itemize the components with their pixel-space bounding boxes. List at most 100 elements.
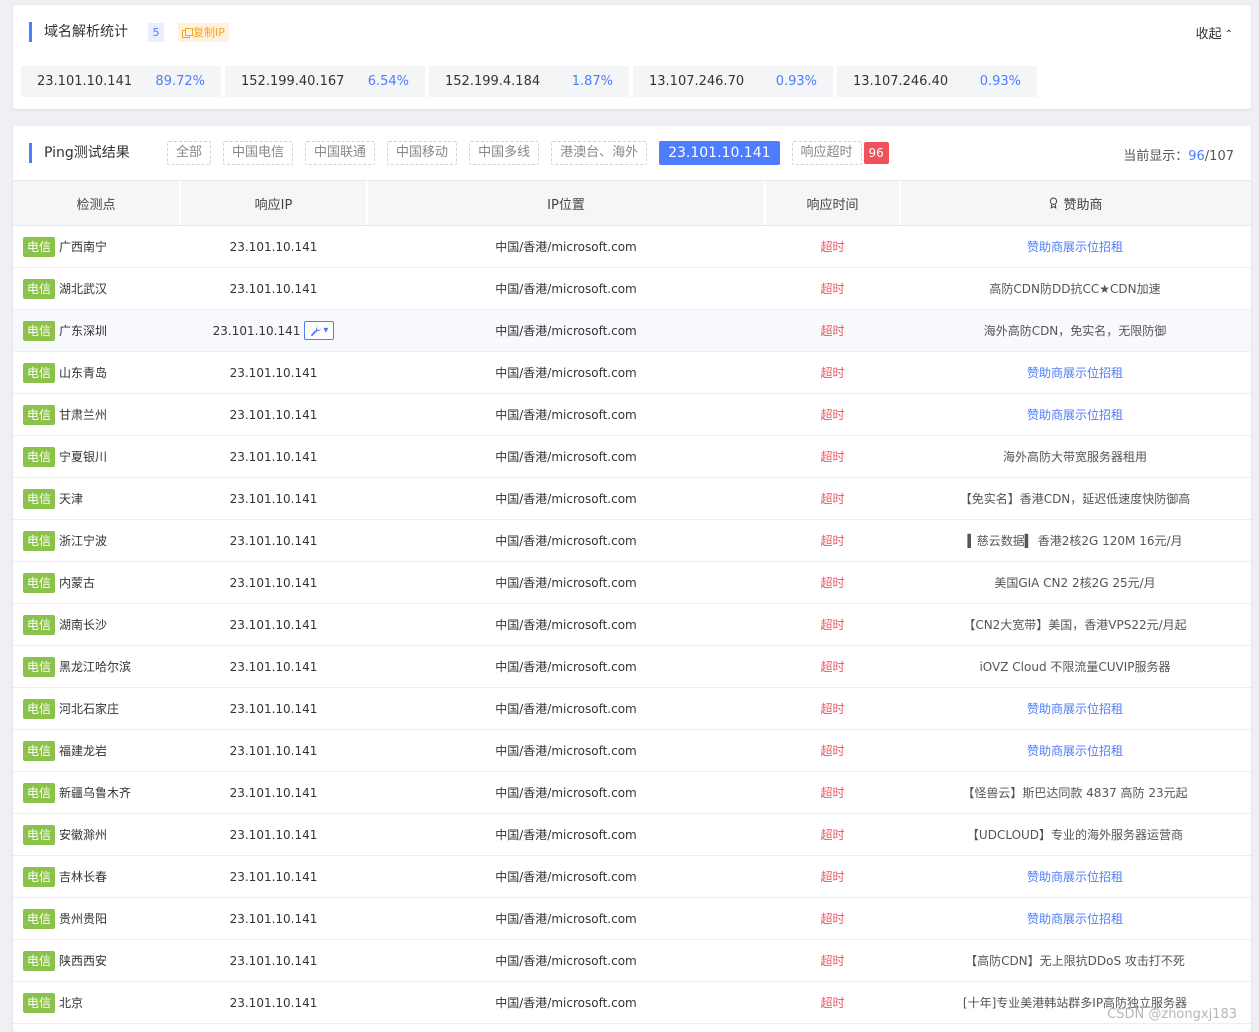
table-row[interactable]: 电信 黑龙江哈尔滨 23.101.10.141 中国/香港/microsoft.com…: [13, 646, 1251, 688]
table-row[interactable]: 电信 新疆乌鲁木齐 23.101.10.141 中国/香港/microsoft.com…: [13, 772, 1251, 814]
sponsor-link[interactable]: 赞助商展示位招租: [1027, 910, 1123, 927]
sponsor-link[interactable]: 赞助商展示位招租: [1027, 868, 1123, 885]
sponsor-link[interactable]: 赞助商展示位招租: [1027, 364, 1123, 381]
sponsor-link[interactable]: 【高防CDN】无上限抗DDoS 攻击打不死: [965, 952, 1185, 969]
response-time: 超时: [820, 618, 845, 632]
filter-chip[interactable]: 中国移动: [387, 141, 458, 165]
ip-location: 中国/香港/microsoft.com: [495, 870, 637, 884]
table-row[interactable]: 电信 吉林长春 23.101.10.141 中国/香港/microsoft.com 超时…: [13, 856, 1251, 898]
sponsor-link[interactable]: 【UDCLOUD】专业的海外服务器运营商: [967, 826, 1183, 843]
response-time: 超时: [820, 870, 845, 884]
table-row[interactable]: 电信 内蒙古 23.101.10.141 中国/香港/microsoft.com 超时 美…: [13, 562, 1251, 604]
wrench-icon: [311, 325, 322, 336]
sponsor-link[interactable]: 赞助商展示位招租: [1027, 238, 1123, 255]
filter-chip[interactable]: 中国电信: [223, 141, 294, 165]
response-ip: 23.101.10.141: [212, 323, 301, 338]
ip-tools-button[interactable]: ▾: [304, 321, 335, 340]
table-row[interactable]: 电信 广东深圳 23.101.10.141 ▾ 中国/香港/microsoft.com 超…: [13, 310, 1251, 352]
isp-tag: 电信: [23, 530, 56, 551]
node-cell: 电信 广东深圳: [13, 310, 181, 351]
response-ip: 23.101.10.141: [229, 365, 318, 380]
time-cell: 超时: [766, 604, 901, 645]
ip-stat-item[interactable]: 23.101.10.141 89.72%: [21, 66, 221, 97]
table-row[interactable]: 电信 湖北武汉 23.101.10.141 中国/香港/microsoft.com 超时…: [13, 268, 1251, 310]
ip-stat-item[interactable]: 13.107.246.40 0.93%: [837, 66, 1037, 97]
table-row[interactable]: 电信 福建龙岩 23.101.10.141 中国/香港/microsoft.com 超时…: [13, 730, 1251, 772]
sponsor-link[interactable]: 高防CDN防DD抗CC★CDN加速: [989, 280, 1160, 297]
sponsor-link[interactable]: ▍慈云数据▍ 香港2核2G 120M 16元/月: [967, 532, 1182, 549]
table-row[interactable]: 电信 贵州贵阳 23.101.10.141 中国/香港/microsoft.com 超时…: [13, 898, 1251, 940]
isp-tag: 电信: [23, 572, 56, 593]
ip-location: 中国/香港/microsoft.com: [495, 786, 637, 800]
node-name: 陕西西安: [59, 954, 108, 968]
response-ip: 23.101.10.141: [229, 911, 318, 926]
table-row[interactable]: 电信 陕西西安 23.101.10.141 中国/香港/microsoft.com 超时…: [13, 940, 1251, 982]
time-cell: 超时: [766, 772, 901, 813]
response-ip: 23.101.10.141: [229, 449, 318, 464]
sponsor-cell: 高防CDN防DD抗CC★CDN加速: [901, 268, 1251, 309]
table-row[interactable]: 电信 广西南宁 23.101.10.141 中国/香港/microsoft.com 超时…: [13, 226, 1251, 268]
sponsor-cell: 海外高防大带宽服务器租用: [901, 436, 1251, 477]
node-cell: 电信 宁夏银川: [13, 436, 181, 477]
node-cell: 电信 陕西西安: [13, 940, 181, 981]
sponsor-link[interactable]: 美国GIA CN2 2核2G 25元/月: [994, 574, 1155, 591]
time-cell: 超时: [766, 352, 901, 393]
chevron-up-icon: ⌃: [1224, 29, 1233, 40]
sponsor-cell: 【免实名】香港CDN，延迟低速度快防御高: [901, 478, 1251, 519]
sponsor-cell: 赞助商展示位招租: [901, 226, 1251, 267]
ip-stat-item[interactable]: 152.199.4.184 1.87%: [429, 66, 629, 97]
copy-ip-button[interactable]: 复制IP: [178, 23, 229, 42]
table-row[interactable]: 电信 北京 23.101.10.141 中国/香港/microsoft.com 超时 [十…: [13, 982, 1251, 1024]
ip-cell: 23.101.10.141: [181, 646, 368, 687]
sponsor-link[interactable]: 【CN2大宽带】美国，香港VPS22元/月起: [963, 616, 1186, 633]
table-row[interactable]: 电信 宁夏银川 23.101.10.141 中国/香港/microsoft.com 超时…: [13, 436, 1251, 478]
node-cell: 电信 广西南宁: [13, 226, 181, 267]
ip-count-badge: 5: [148, 23, 164, 42]
isp-tag: 电信: [23, 740, 56, 761]
sponsor-link[interactable]: 海外高防大带宽服务器租用: [1003, 448, 1147, 465]
node-name: 吉林长春: [59, 870, 108, 884]
table-row[interactable]: 电信 甘肃兰州 23.101.10.141 中国/香港/microsoft.com 超时…: [13, 394, 1251, 436]
filter-chip[interactable]: 全部: [167, 141, 212, 165]
column-header-ip[interactable]: 响应IP: [181, 181, 368, 225]
filter-chip[interactable]: 中国联通: [305, 141, 376, 165]
ip-cell: 23.101.10.141: [181, 394, 368, 435]
sponsor-cell: iOVZ Cloud 不限流量CUVIP服务器: [901, 646, 1251, 687]
sponsor-link[interactable]: 赞助商展示位招租: [1027, 700, 1123, 717]
column-header-time[interactable]: 响应时间: [766, 181, 901, 225]
table-row[interactable]: 电信 河北石家庄 23.101.10.141 中国/香港/microsoft.com 超…: [13, 688, 1251, 730]
sponsor-link[interactable]: 【免实名】香港CDN，延迟低速度快防御高: [960, 490, 1191, 507]
table-row[interactable]: 电信 安徽滁州 23.101.10.141 中国/香港/microsoft.com 超时…: [13, 814, 1251, 856]
column-header-location[interactable]: IP位置: [368, 181, 766, 225]
response-ip: 23.101.10.141: [229, 995, 318, 1010]
ip-stat-item[interactable]: 152.199.40.167 6.54%: [225, 66, 425, 97]
sponsor-cell: 海外高防CDN，免实名，无限防御: [901, 310, 1251, 351]
table-row[interactable]: 电信 天津 23.101.10.141 中国/香港/microsoft.com 超时 【免…: [13, 478, 1251, 520]
time-cell: 超时: [766, 856, 901, 897]
collapse-button[interactable]: 收起 ⌃: [1196, 23, 1233, 42]
table-row[interactable]: 电信 湖南长沙 23.101.10.141 中国/香港/microsoft.com 超时…: [13, 604, 1251, 646]
sponsor-link[interactable]: 海外高防CDN，免实名，无限防御: [984, 322, 1167, 339]
filter-chip-active-ip[interactable]: 23.101.10.141: [659, 141, 780, 165]
ip-stat-item[interactable]: 13.107.246.70 0.93%: [633, 66, 833, 97]
filter-chip[interactable]: 中国多线: [469, 141, 540, 165]
response-ip: 23.101.10.141: [229, 701, 318, 716]
location-cell: 中国/香港/microsoft.com: [368, 310, 766, 351]
column-header-node[interactable]: 检测点: [13, 181, 181, 225]
table-row[interactable]: 电信 浙江宁波 23.101.10.141 中国/香港/microsoft.com 超时…: [13, 520, 1251, 562]
time-cell: 超时: [766, 646, 901, 687]
isp-tag: 电信: [23, 446, 56, 467]
collapse-label: 收起: [1195, 27, 1222, 42]
table-row[interactable]: 电信 山东青岛 23.101.10.141 中国/香港/microsoft.com 超时…: [13, 352, 1251, 394]
sponsor-link[interactable]: 【怪兽云】斯巴达同款 4837 高防 23元起: [962, 784, 1187, 801]
sponsor-link[interactable]: 赞助商展示位招租: [1027, 406, 1123, 423]
response-time: 超时: [820, 408, 845, 422]
filter-chip[interactable]: 港澳台、海外: [551, 141, 648, 165]
sponsor-link[interactable]: iOVZ Cloud 不限流量CUVIP服务器: [979, 658, 1170, 675]
location-cell: 中国/香港/microsoft.com: [368, 730, 766, 771]
filter-chip-timeout[interactable]: 响应超时: [791, 141, 862, 165]
node-name: 湖北武汉: [59, 282, 108, 296]
sponsor-link[interactable]: 赞助商展示位招租: [1027, 742, 1123, 759]
ip-location: 中国/香港/microsoft.com: [495, 240, 637, 254]
time-cell: 超时: [766, 982, 901, 1023]
